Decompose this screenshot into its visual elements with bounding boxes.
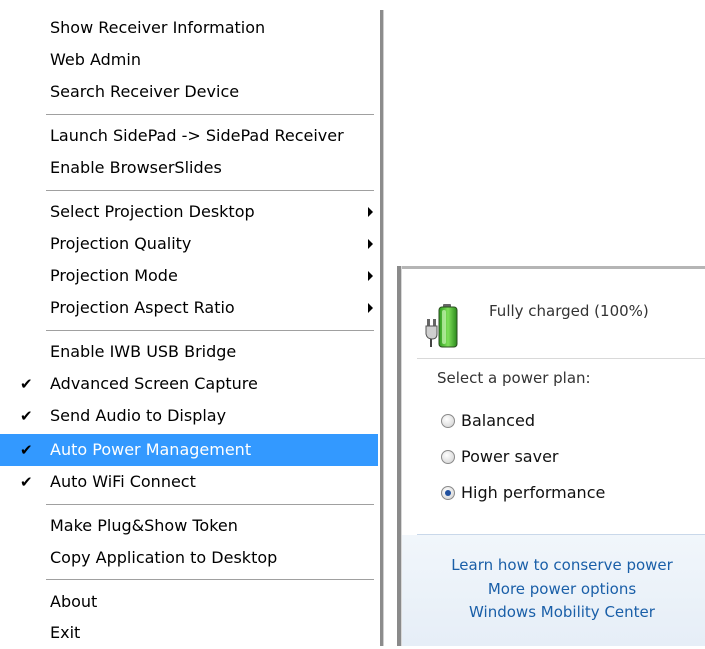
menu-item-make-plug-show-token[interactable]: Make Plug&Show Token [0, 510, 378, 542]
menu-item-select-projection-desktop[interactable]: Select Projection Desktop [0, 196, 378, 228]
menu-item-label: Search Receiver Device [50, 82, 240, 101]
menu-item-label: Projection Mode [50, 266, 178, 285]
menu-item-label: Enable IWB USB Bridge [50, 342, 237, 361]
divider [417, 534, 705, 535]
menu-item-show-receiver-information[interactable]: Show Receiver Information [0, 12, 378, 44]
menu-item-label: Select Projection Desktop [50, 202, 255, 221]
menu-item-label: Exit [50, 623, 81, 642]
menu-item-auto-wifi-connect[interactable]: ✔ Auto WiFi Connect [0, 466, 378, 498]
checkmark-icon: ✔ [20, 441, 33, 459]
menu-separator [46, 579, 374, 581]
menu-item-label: Auto Power Management [50, 440, 252, 459]
submenu-arrow-icon [368, 303, 373, 313]
power-plan-heading: Select a power plan: [437, 369, 591, 387]
menu-item-about[interactable]: About [0, 586, 378, 618]
menu-item-projection-quality[interactable]: Projection Quality [0, 228, 378, 260]
menu-item-label: Send Audio to Display [50, 406, 227, 425]
menu-item-label: Copy Application to Desktop [50, 548, 278, 567]
radio-button[interactable] [441, 414, 455, 428]
menu-item-label: Projection Aspect Ratio [50, 298, 235, 317]
submenu-arrow-icon [368, 239, 373, 249]
menu-item-label: Show Receiver Information [50, 18, 266, 37]
submenu-arrow-icon [368, 207, 373, 217]
menu-separator [46, 504, 374, 506]
menu-item-projection-mode[interactable]: Projection Mode [0, 260, 378, 292]
menu-item-enable-browserslides[interactable]: Enable BrowserSlides [0, 152, 378, 184]
menu-item-enable-iwb-usb-bridge[interactable]: Enable IWB USB Bridge [0, 336, 378, 368]
menu-item-label: Auto WiFi Connect [50, 472, 196, 491]
submenu-arrow-icon [368, 271, 373, 281]
link-more-power-options[interactable]: More power options [419, 578, 705, 600]
checkmark-icon: ✔ [20, 407, 33, 425]
menu-item-send-audio-to-display[interactable]: ✔ Send Audio to Display [0, 400, 378, 432]
link-windows-mobility-center[interactable]: Windows Mobility Center [419, 601, 705, 623]
menu-item-label: Web Admin [50, 50, 141, 69]
menu-item-label: Enable BrowserSlides [50, 158, 222, 177]
power-flyout: Fully charged (100%) Select a power plan… [397, 266, 705, 646]
menu-item-copy-application-to-desktop[interactable]: Copy Application to Desktop [0, 542, 378, 574]
radio-label: Balanced [461, 411, 535, 430]
checkmark-icon: ✔ [20, 375, 33, 393]
checkmark-icon: ✔ [20, 473, 33, 491]
radio-label: High performance [461, 483, 606, 502]
menu-item-advanced-screen-capture[interactable]: ✔ Advanced Screen Capture [0, 368, 378, 400]
battery-status-text: Fully charged (100%) [489, 302, 649, 320]
link-learn-conserve-power[interactable]: Learn how to conserve power [419, 554, 705, 576]
menu-item-label: About [50, 592, 98, 611]
context-menu: Show Receiver Information Web Admin Sear… [0, 0, 384, 646]
menu-item-launch-sidepad[interactable]: Launch SidePad -> SidePad Receiver [0, 120, 378, 152]
menu-item-exit[interactable]: Exit [0, 617, 378, 649]
flyout-frame-top [397, 266, 705, 269]
menu-item-label: Launch SidePad -> SidePad Receiver [50, 126, 344, 145]
menu-item-auto-power-management[interactable]: ✔ Auto Power Management [0, 434, 378, 466]
menu-item-search-receiver-device[interactable]: Search Receiver Device [0, 76, 378, 108]
menu-item-label: Make Plug&Show Token [50, 516, 238, 535]
menu-item-label: Projection Quality [50, 234, 192, 253]
radio-label: Power saver [461, 447, 559, 466]
menu-item-web-admin[interactable]: Web Admin [0, 44, 378, 76]
menu-separator [46, 330, 374, 332]
radio-button[interactable] [441, 450, 455, 464]
battery-plugged-icon [425, 304, 458, 348]
divider [417, 358, 705, 359]
menu-item-label: Advanced Screen Capture [50, 374, 258, 393]
radio-button-selected[interactable] [441, 486, 455, 500]
menu-item-projection-aspect-ratio[interactable]: Projection Aspect Ratio [0, 292, 378, 324]
menu-separator [46, 190, 374, 192]
menu-border [380, 10, 384, 646]
menu-separator [46, 114, 374, 116]
